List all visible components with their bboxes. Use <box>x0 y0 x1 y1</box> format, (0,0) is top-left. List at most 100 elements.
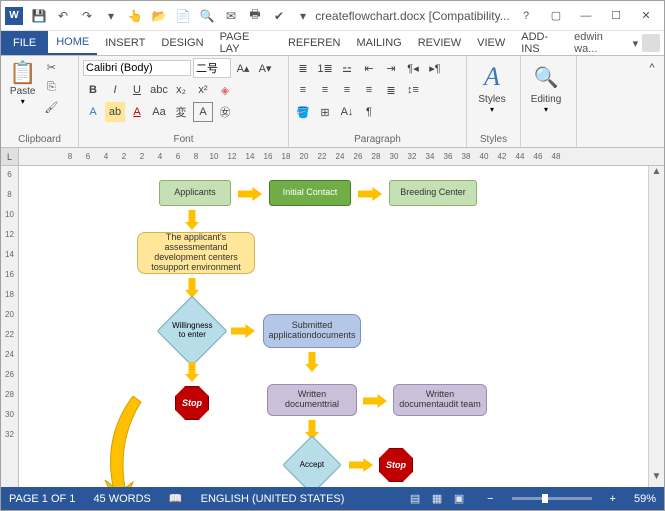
bold-button[interactable]: B <box>83 80 103 100</box>
font-color-button[interactable]: A <box>127 102 147 122</box>
multilevel-button[interactable]: ⚍ <box>337 58 357 78</box>
decrease-indent-button[interactable]: ⇤ <box>359 58 379 78</box>
font-name-select[interactable]: Calibri (Body) <box>83 60 191 76</box>
web-layout-button[interactable]: ▣ <box>449 491 469 507</box>
font-size-select[interactable]: 二号 <box>193 58 231 78</box>
flowchart-applicants[interactable]: Applicants <box>159 180 231 206</box>
horizontal-ruler[interactable]: L 86422468101214161820222426283032343638… <box>1 148 664 166</box>
qat-customize-icon[interactable]: ▾ <box>293 6 313 26</box>
numbering-button[interactable]: 1≣ <box>315 58 335 78</box>
document-canvas[interactable]: Applicants Initial Contact Breeding Cent… <box>19 166 664 487</box>
email-icon[interactable]: ✉ <box>221 6 241 26</box>
tab-file[interactable]: FILE <box>1 31 48 55</box>
tab-page-layout[interactable]: PAGE LAY <box>212 31 280 55</box>
shrink-font-button[interactable]: A▾ <box>255 58 275 78</box>
tab-references[interactable]: REFEREN <box>280 31 349 55</box>
touch-mode-icon[interactable]: 👆 <box>125 6 145 26</box>
read-mode-button[interactable]: ▤ <box>405 491 425 507</box>
align-left-button[interactable]: ≡ <box>293 80 313 100</box>
spelling-icon[interactable]: ✔ <box>269 6 289 26</box>
show-marks-button[interactable]: ¶ <box>359 102 379 122</box>
flowchart-stop-2[interactable]: Stop <box>379 448 413 482</box>
strikethrough-button[interactable]: abc <box>149 80 169 100</box>
char-border-button[interactable]: A <box>193 102 213 122</box>
paste-button[interactable]: 📋 Paste ▾ <box>5 58 40 108</box>
user-name[interactable]: edwin wa... <box>574 31 629 55</box>
status-page[interactable]: PAGE 1 OF 1 <box>9 493 75 505</box>
collapse-ribbon-button[interactable]: ^ <box>642 58 662 78</box>
proofing-icon[interactable]: 📖 <box>169 492 183 505</box>
tab-home[interactable]: HOME <box>48 31 97 55</box>
text-effects-button[interactable]: A <box>83 102 103 122</box>
avatar[interactable] <box>642 34 660 52</box>
flowchart-assessment[interactable]: The applicant's assessmentand developmen… <box>137 232 255 274</box>
tab-review[interactable]: REVIEW <box>410 31 469 55</box>
zoom-out-button[interactable]: − <box>487 493 493 505</box>
redo-button[interactable]: ↷ <box>77 6 97 26</box>
save-button[interactable]: 💾 <box>29 6 49 26</box>
tab-mailing[interactable]: MAILING <box>349 31 410 55</box>
line-spacing-button[interactable]: ↕≡ <box>403 80 423 100</box>
copy-button[interactable]: ⎘ <box>42 78 60 96</box>
zoom-thumb[interactable] <box>542 494 548 503</box>
shading-button[interactable]: 🪣 <box>293 102 313 122</box>
ltr-button[interactable]: ¶◂ <box>403 58 423 78</box>
superscript-button[interactable]: x² <box>193 80 213 100</box>
qat-more-button[interactable]: ▾ <box>101 6 121 26</box>
flowchart-written-audit[interactable]: Written documentaudit team <box>393 384 487 416</box>
editing-button[interactable]: 🔍 Editing ▾ <box>525 58 567 116</box>
zoom-percent[interactable]: 59% <box>634 493 656 505</box>
highlight-button[interactable]: ab <box>105 102 125 122</box>
user-menu-chevron-icon[interactable]: ▾ <box>633 37 639 50</box>
scroll-down-button[interactable]: ▼ <box>649 471 664 487</box>
borders-button[interactable]: ⊞ <box>315 102 335 122</box>
vertical-ruler[interactable]: 68101214161820222426283032 <box>1 166 19 487</box>
align-center-button[interactable]: ≡ <box>315 80 335 100</box>
undo-button[interactable]: ↶ <box>53 6 73 26</box>
grow-font-button[interactable]: A▴ <box>233 58 253 78</box>
zoom-in-button[interactable]: + <box>610 493 616 505</box>
italic-button[interactable]: I <box>105 80 125 100</box>
sort-button[interactable]: A↓ <box>337 102 357 122</box>
print-preview-icon[interactable]: 🔍 <box>197 6 217 26</box>
flowchart-accept[interactable]: Accept <box>282 435 341 487</box>
help-button[interactable]: ? <box>512 6 540 26</box>
styles-button[interactable]: A Styles ▾ <box>471 58 513 116</box>
tab-design[interactable]: DESIGN <box>153 31 211 55</box>
rtl-button[interactable]: ▸¶ <box>425 58 445 78</box>
underline-button[interactable]: U <box>127 80 147 100</box>
ribbon-options-button[interactable]: ▢ <box>542 6 570 26</box>
subscript-button[interactable]: x₂ <box>171 80 191 100</box>
flowchart-willingness[interactable]: Willingness to enter <box>157 296 228 367</box>
scroll-up-button[interactable]: ▲ <box>649 166 664 182</box>
align-right-button[interactable]: ≡ <box>337 80 357 100</box>
clear-format-button[interactable]: ◈ <box>215 80 235 100</box>
close-button[interactable]: ✕ <box>632 6 660 26</box>
justify-button[interactable]: ≡ <box>359 80 379 100</box>
phonetic-guide-button[interactable]: 変 <box>171 102 191 122</box>
print-layout-button[interactable]: ▦ <box>427 491 447 507</box>
enclose-char-button[interactable]: ㊛ <box>215 102 235 122</box>
change-case-button[interactable]: Aa <box>149 102 169 122</box>
tab-addins[interactable]: ADD-INS <box>513 31 574 55</box>
flowchart-submitted[interactable]: Submitted applicationdocuments <box>263 314 361 348</box>
distribute-button[interactable]: ≣ <box>381 80 401 100</box>
status-words[interactable]: 45 WORDS <box>93 493 150 505</box>
vertical-scrollbar[interactable]: ▲ ▼ <box>648 166 664 487</box>
flowchart-stop-1[interactable]: Stop <box>175 386 209 420</box>
tab-view[interactable]: VIEW <box>469 31 513 55</box>
flowchart-breeding-center[interactable]: Breeding Center <box>389 180 477 206</box>
cut-button[interactable]: ✂ <box>42 58 60 76</box>
flowchart-written-trial[interactable]: Written documenttrial <box>267 384 357 416</box>
tab-insert[interactable]: INSERT <box>97 31 153 55</box>
bullets-button[interactable]: ≣ <box>293 58 313 78</box>
minimize-button[interactable]: — <box>572 6 600 26</box>
format-painter-button[interactable]: 🖌 <box>42 98 60 116</box>
new-icon[interactable]: 📄 <box>173 6 193 26</box>
increase-indent-button[interactable]: ⇥ <box>381 58 401 78</box>
zoom-slider[interactable] <box>512 497 592 500</box>
open-icon[interactable]: 📂 <box>149 6 169 26</box>
flowchart-initial-contact[interactable]: Initial Contact <box>269 180 351 206</box>
maximize-button[interactable]: ☐ <box>602 6 630 26</box>
print-icon[interactable]: 🖶 <box>245 6 265 26</box>
